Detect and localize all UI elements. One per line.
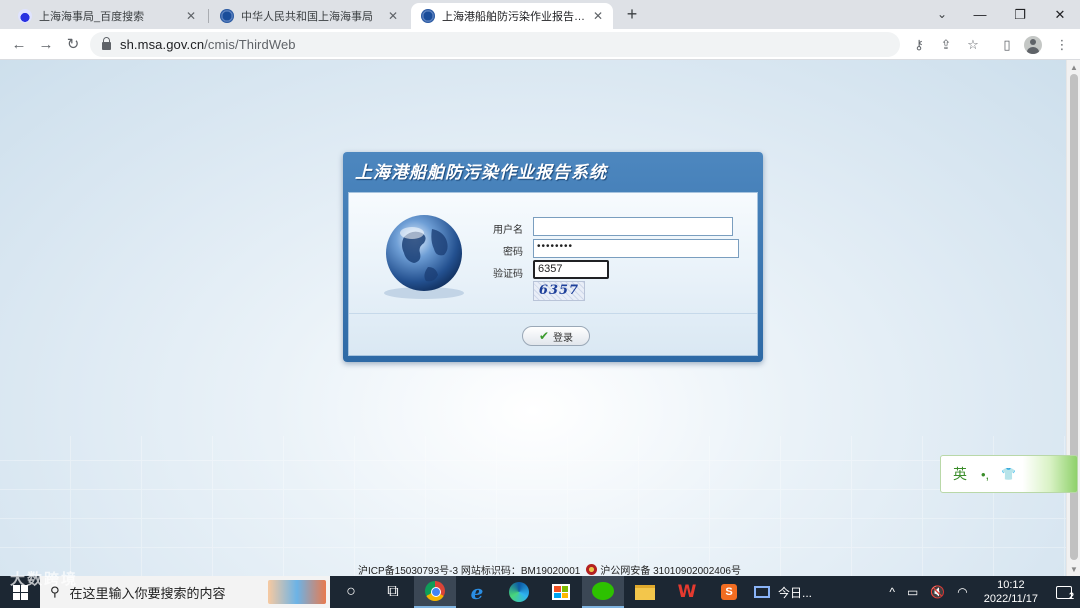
password-field[interactable]: •••••••• bbox=[533, 239, 739, 258]
chrome-icon bbox=[425, 581, 445, 601]
tab-title: 上海港船舶防污染作业报告系统 bbox=[442, 11, 591, 23]
wps-icon: W bbox=[677, 582, 697, 602]
browser-tabstrip: 上海海事局_百度搜索 ✕ 中华人民共和国上海海事局 ✕ 上海港船舶防污染作业报告… bbox=[0, 0, 1080, 29]
tab-pollution-report-system[interactable]: 上海港船舶防污染作业报告系统 ✕ bbox=[411, 3, 613, 29]
shirt-icon[interactable]: 👕 bbox=[1001, 467, 1016, 481]
ime-punctuation-toggle[interactable]: •, bbox=[981, 467, 989, 482]
close-icon[interactable]: ✕ bbox=[386, 9, 400, 23]
msa-emblem-icon bbox=[220, 9, 234, 23]
menu-kebab-icon[interactable]: ⋮ bbox=[1051, 34, 1073, 56]
globe-icon bbox=[384, 215, 464, 299]
username-label: 用户名 bbox=[493, 225, 523, 236]
ie-taskbar-icon[interactable]: e bbox=[456, 576, 498, 608]
store-icon bbox=[552, 584, 570, 600]
notification-center-button[interactable]: 2 bbox=[1048, 576, 1080, 608]
news-label: 今日... bbox=[778, 585, 813, 600]
wechat-taskbar-icon[interactable] bbox=[582, 576, 624, 608]
clock-date: 2022/11/17 bbox=[983, 593, 1038, 605]
share-icon[interactable]: ⇪ bbox=[935, 34, 957, 56]
page-viewport: 上海港船舶防污染作业报告系统 用户名 密码 •••••••• 验证码 6357 … bbox=[0, 60, 1066, 576]
close-icon[interactable]: ✕ bbox=[591, 9, 605, 23]
back-arrow-icon[interactable]: ← bbox=[8, 34, 30, 56]
taskbar-search[interactable]: ⚲ 在这里输入你要搜索的内容 bbox=[40, 576, 330, 608]
windows-taskbar: ⚲ 在这里输入你要搜索的内容 ○ ⧉ e W S 今日... ^ ▭ 🔇 ◠ 1… bbox=[0, 576, 1080, 608]
store-taskbar-icon[interactable] bbox=[540, 576, 582, 608]
captcha-label: 验证码 bbox=[493, 269, 523, 280]
notification-count: 2 bbox=[1068, 591, 1074, 601]
side-panel-icon[interactable]: ▯ bbox=[996, 34, 1018, 56]
tab-baidu-search[interactable]: 上海海事局_百度搜索 ✕ bbox=[8, 3, 206, 29]
battery-icon[interactable]: ▭ bbox=[901, 585, 924, 599]
window-controls: — ❐ ✕ bbox=[960, 0, 1080, 29]
star-icon[interactable]: ☆ bbox=[962, 34, 984, 56]
edge-taskbar-icon[interactable] bbox=[498, 576, 540, 608]
url-path: /cmis/ThirdWeb bbox=[204, 37, 296, 52]
police-badge-icon bbox=[586, 564, 598, 575]
reload-icon[interactable]: ↻ bbox=[62, 34, 84, 56]
key-icon[interactable]: ⚷ bbox=[908, 34, 930, 56]
taskbar-search-placeholder: 在这里输入你要搜索的内容 bbox=[69, 585, 226, 601]
login-button-label: 登录 bbox=[553, 332, 574, 344]
icp-record: 沪ICP备15030793号-3 网站标识码：BM19020001 bbox=[358, 566, 581, 576]
explorer-taskbar-icon[interactable] bbox=[624, 576, 666, 608]
search-highlight-image bbox=[268, 580, 326, 604]
captcha-image[interactable]: 6357 bbox=[533, 281, 585, 301]
clock-time: 10:12 bbox=[997, 579, 1025, 591]
edge-icon bbox=[509, 582, 529, 602]
login-form: 用户名 密码 •••••••• 验证码 6357 6357 ✔ 登录 bbox=[348, 192, 758, 356]
system-tray: ^ ▭ 🔇 ◠ 10:12 2022/11/17 2 bbox=[883, 576, 1080, 608]
tab-title: 中华人民共和国上海海事局 bbox=[241, 11, 373, 23]
folder-icon bbox=[635, 584, 655, 600]
scroll-down-arrow-icon[interactable]: ▼ bbox=[1070, 565, 1078, 574]
msa-emblem-icon bbox=[421, 9, 435, 23]
baidu-paw-icon bbox=[18, 9, 32, 23]
taskbar-clock[interactable]: 10:12 2022/11/17 bbox=[974, 578, 1048, 606]
username-field[interactable] bbox=[533, 217, 733, 236]
ime-language-toggle[interactable]: 英 bbox=[953, 464, 967, 484]
tab-search-chevron-icon[interactable]: ⌄ bbox=[932, 4, 952, 24]
close-icon[interactable]: ✕ bbox=[184, 9, 198, 23]
sogou-icon: S bbox=[721, 584, 737, 600]
url-host: sh.msa.gov.cn bbox=[120, 37, 205, 52]
captcha-field[interactable]: 6357 bbox=[533, 260, 609, 279]
new-tab-button[interactable]: + bbox=[621, 4, 643, 26]
check-icon: ✔ bbox=[538, 329, 550, 343]
background-floor-grid bbox=[0, 436, 1066, 576]
internet-explorer-icon: e bbox=[470, 580, 484, 604]
lock-icon[interactable] bbox=[102, 37, 111, 50]
close-window-button[interactable]: ✕ bbox=[1040, 0, 1080, 29]
sogou-taskbar-icon[interactable]: S bbox=[708, 576, 750, 608]
page-footer: 沪ICP备15030793号-3 网站标识码：BM19020001 沪公网安备 … bbox=[358, 562, 741, 576]
ime-toolbar[interactable]: 英 •, 👕 bbox=[940, 455, 1078, 493]
password-label: 密码 bbox=[503, 247, 523, 258]
watermark: 大数跨境 bbox=[10, 571, 79, 588]
login-panel: 上海港船舶防污染作业报告系统 用户名 密码 •••••••• 验证码 6357 … bbox=[343, 152, 763, 362]
chevron-up-icon[interactable]: ^ bbox=[883, 585, 901, 599]
cortana-icon[interactable]: ○ bbox=[330, 576, 372, 608]
form-divider bbox=[349, 313, 757, 314]
wps-taskbar-icon[interactable]: W bbox=[666, 576, 708, 608]
task-view-icon[interactable]: ⧉ bbox=[372, 576, 414, 608]
tab-title: 上海海事局_百度搜索 bbox=[39, 11, 145, 23]
wifi-icon[interactable]: ◠ bbox=[951, 585, 973, 599]
profile-avatar-icon[interactable] bbox=[1024, 36, 1042, 54]
news-icon bbox=[754, 586, 770, 598]
police-record[interactable]: 沪公网安备 31010902002406号 bbox=[600, 562, 741, 576]
volume-muted-icon[interactable]: 🔇 bbox=[924, 585, 951, 599]
login-button[interactable]: ✔ 登录 bbox=[522, 326, 590, 346]
url-text: sh.msa.gov.cn/cmis/ThirdWeb bbox=[120, 37, 296, 52]
address-bar[interactable]: sh.msa.gov.cn/cmis/ThirdWeb bbox=[90, 32, 900, 57]
scroll-up-arrow-icon[interactable]: ▲ bbox=[1070, 63, 1078, 72]
system-title: 上海港船舶防污染作业报告系统 bbox=[355, 163, 607, 183]
browser-toolbar: ← → ↻ sh.msa.gov.cn/cmis/ThirdWeb ⚷ ⇪ ☆ … bbox=[0, 29, 1080, 60]
wechat-icon bbox=[592, 582, 614, 600]
tab-msa-home[interactable]: 中华人民共和国上海海事局 ✕ bbox=[210, 3, 408, 29]
vertical-scrollbar[interactable]: ▲ ▼ bbox=[1066, 60, 1080, 576]
news-widget[interactable]: 今日... bbox=[754, 584, 812, 601]
forward-arrow-icon[interactable]: → bbox=[35, 34, 57, 56]
minimize-button[interactable]: — bbox=[960, 0, 1000, 29]
tab-separator bbox=[208, 9, 209, 23]
restore-button[interactable]: ❐ bbox=[1000, 0, 1040, 29]
chrome-taskbar-icon[interactable] bbox=[414, 576, 456, 608]
